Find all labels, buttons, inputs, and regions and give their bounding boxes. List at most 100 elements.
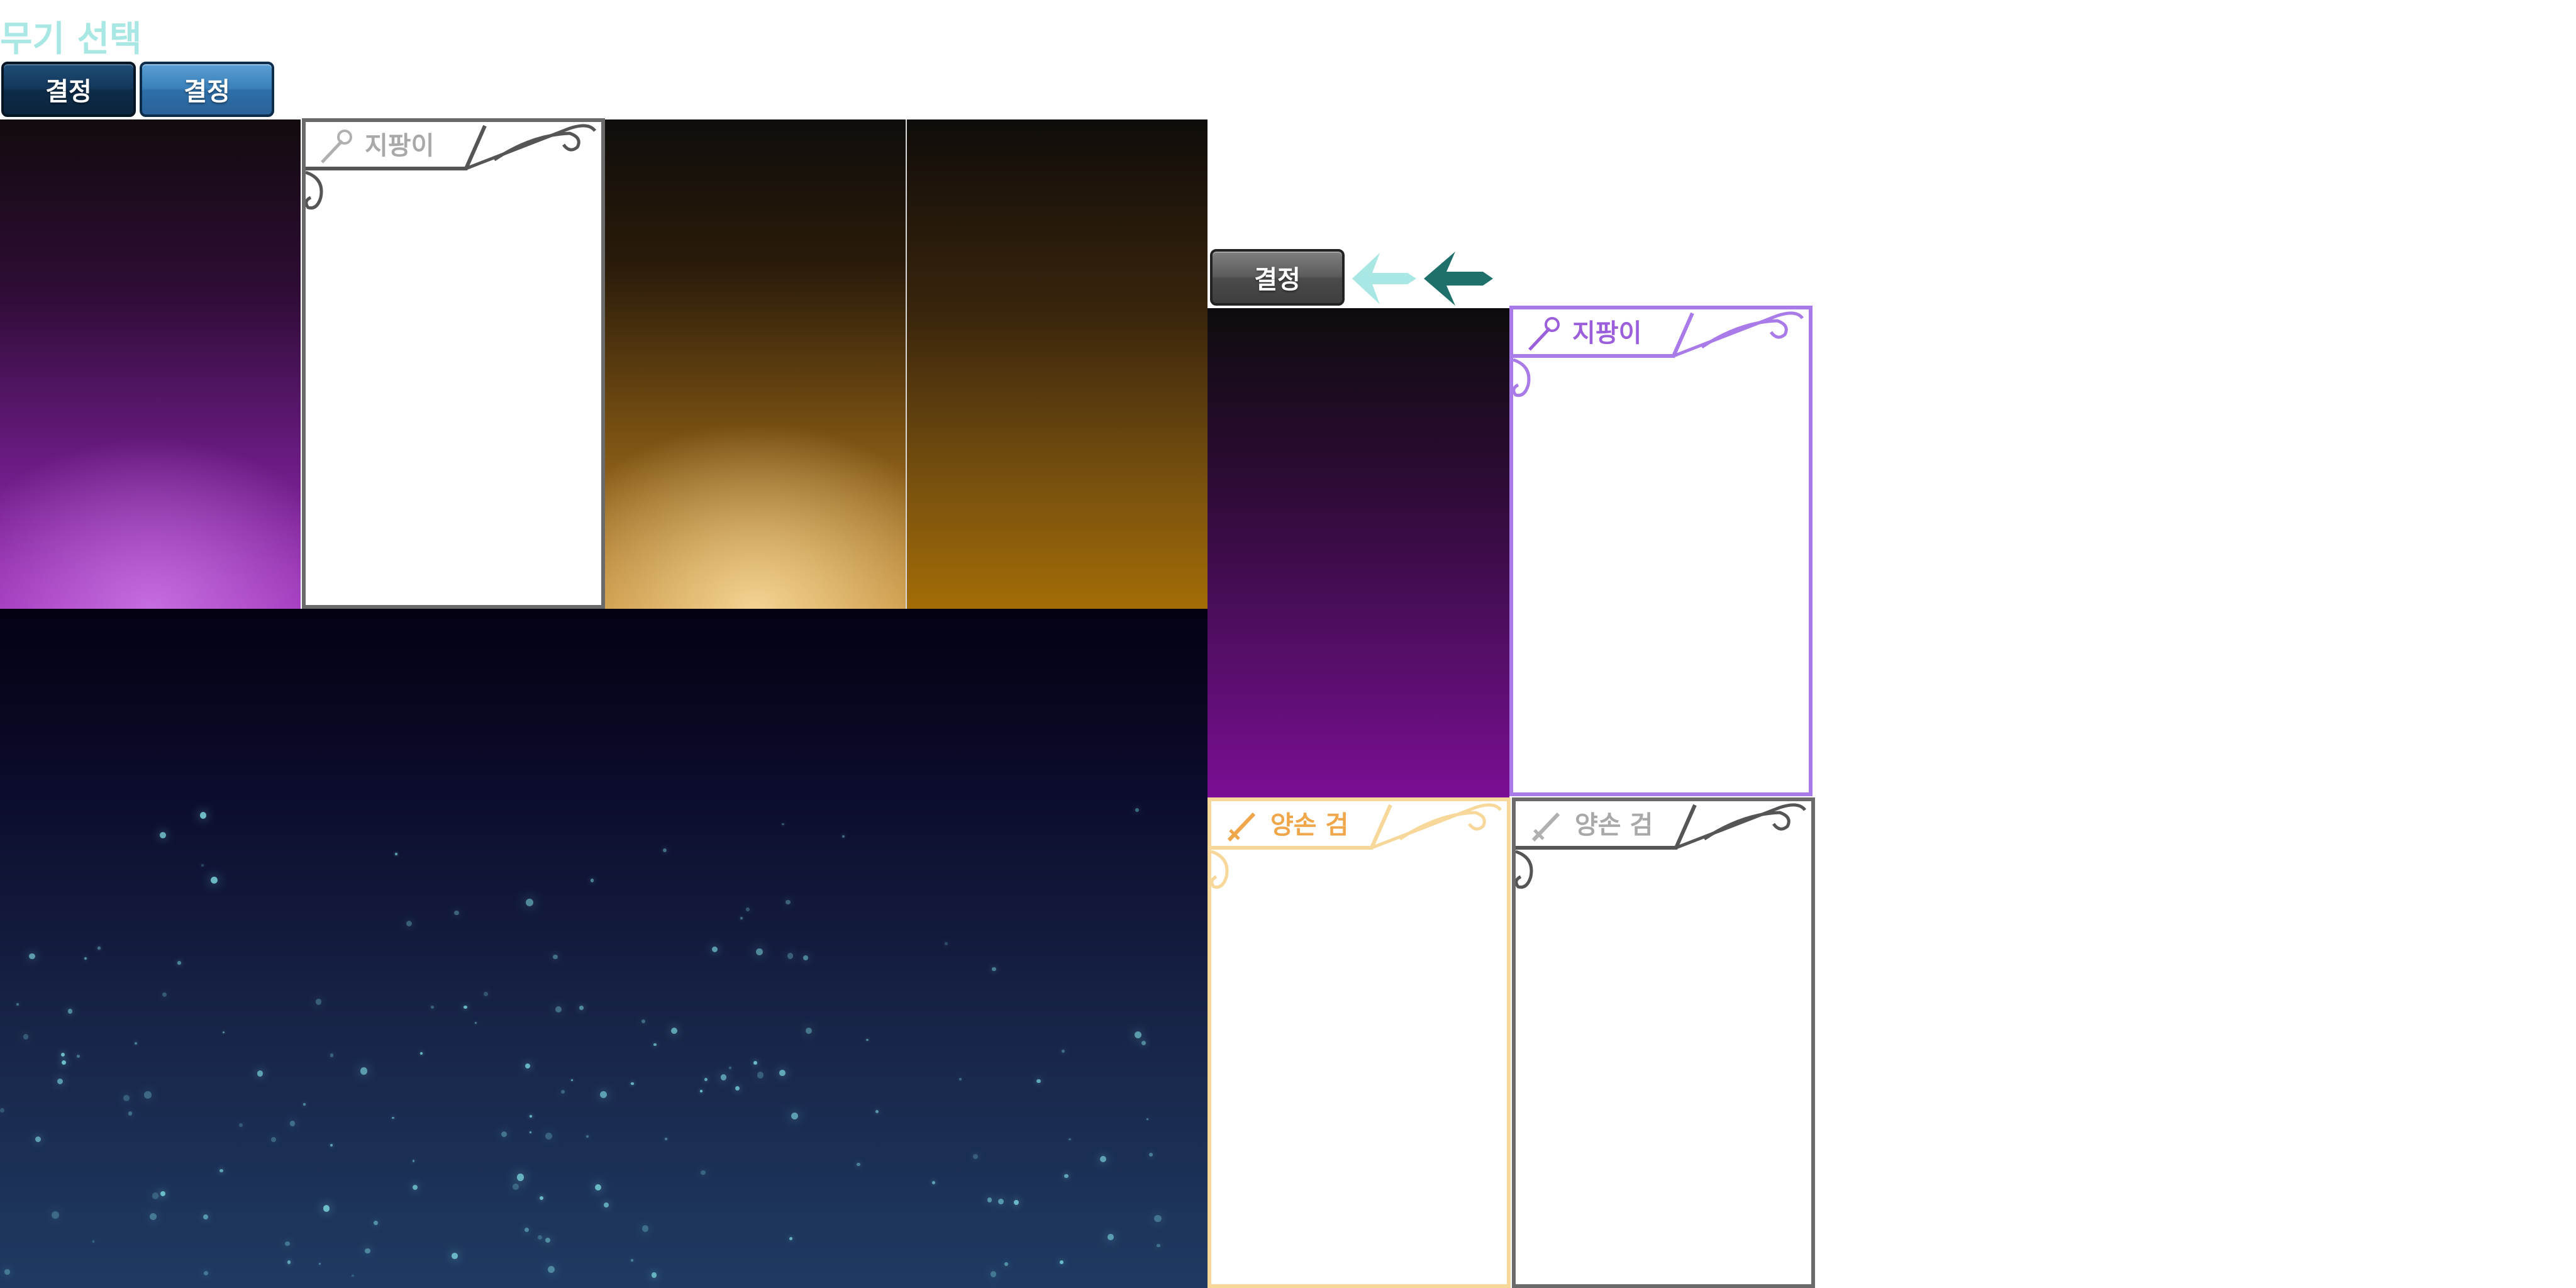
star	[745, 907, 750, 912]
star	[670, 1027, 678, 1034]
star	[203, 1214, 209, 1219]
star	[97, 947, 101, 950]
sword-card-gray[interactable]: 양손 검	[1512, 797, 1815, 1288]
confirm-button-dark[interactable]: 결정	[1, 62, 136, 117]
star	[560, 1089, 565, 1094]
star	[162, 992, 167, 997]
star	[144, 1091, 152, 1099]
star	[1061, 1049, 1065, 1053]
card-label: 지팡이	[1572, 319, 1642, 348]
staff-card-purple[interactable]: 지팡이	[1509, 306, 1813, 796]
star	[501, 1131, 507, 1138]
star	[539, 1196, 543, 1200]
star	[631, 1258, 634, 1262]
star	[641, 1019, 646, 1024]
star	[524, 1227, 529, 1232]
star	[123, 1094, 130, 1101]
star	[866, 1038, 869, 1041]
star	[315, 999, 322, 1005]
star	[735, 1085, 740, 1091]
star	[484, 992, 488, 996]
star	[1068, 1138, 1071, 1141]
star	[257, 1070, 263, 1077]
star	[973, 1154, 979, 1160]
staff-icon	[321, 130, 352, 164]
star	[464, 1005, 468, 1009]
star	[665, 1137, 668, 1140]
star	[586, 1135, 589, 1138]
confirm-button-gray[interactable]: 결정	[1210, 249, 1345, 306]
star	[475, 1021, 477, 1024]
star	[958, 1078, 962, 1081]
star	[219, 1169, 223, 1173]
star	[1154, 1215, 1162, 1223]
star	[802, 955, 808, 961]
star	[149, 1213, 157, 1221]
star	[516, 1173, 525, 1181]
star	[641, 1224, 649, 1232]
star	[1157, 1244, 1160, 1248]
star	[1141, 1041, 1146, 1046]
star	[454, 910, 459, 916]
card-label: 양손 검	[1575, 811, 1653, 840]
star	[651, 1272, 657, 1279]
star	[323, 1204, 330, 1212]
star	[757, 1072, 764, 1079]
star	[600, 1091, 608, 1098]
star	[29, 953, 35, 960]
confirm-button-light[interactable]: 결정	[140, 62, 274, 117]
star	[62, 1060, 67, 1065]
star	[547, 1265, 555, 1273]
star	[1108, 1234, 1114, 1241]
star	[52, 1211, 59, 1219]
star	[997, 1199, 1004, 1205]
star	[579, 1006, 584, 1010]
star	[787, 953, 793, 959]
star	[653, 1043, 657, 1046]
star	[1099, 1156, 1106, 1163]
star	[571, 1079, 574, 1082]
star	[545, 1132, 552, 1140]
star	[352, 1275, 354, 1277]
staff-icon	[1528, 317, 1560, 351]
star	[84, 957, 87, 960]
star	[805, 1027, 812, 1035]
arrow-left-icon[interactable]	[1347, 249, 1420, 308]
star	[932, 1180, 935, 1184]
star	[553, 954, 558, 960]
sword-icon	[1227, 812, 1256, 842]
star	[755, 948, 763, 956]
star	[430, 1006, 434, 1009]
star	[360, 1067, 367, 1075]
arrow-left-icon[interactable]	[1420, 249, 1496, 308]
star	[152, 1192, 159, 1200]
star	[791, 1112, 798, 1119]
star	[987, 1197, 992, 1202]
star	[1149, 1152, 1153, 1157]
purple-glow-background	[0, 119, 301, 609]
star	[1004, 1262, 1009, 1267]
star	[318, 1262, 321, 1265]
star	[740, 917, 743, 920]
star	[67, 1009, 73, 1014]
star	[4, 1269, 10, 1275]
sword-card-gold[interactable]: 양손 검	[1208, 797, 1511, 1288]
star	[603, 1202, 609, 1208]
star	[23, 1034, 29, 1040]
star	[992, 967, 996, 972]
star	[753, 1060, 757, 1065]
card-label: 지팡이	[365, 131, 435, 160]
staff-card-gray[interactable]: 지팡이	[302, 118, 605, 609]
star	[590, 879, 594, 882]
star	[16, 1003, 19, 1006]
star	[330, 1144, 333, 1147]
star	[406, 921, 413, 927]
star	[699, 1090, 702, 1092]
star	[57, 1078, 63, 1084]
star	[779, 1069, 786, 1076]
gold-glow-background	[605, 119, 906, 609]
star	[1135, 808, 1139, 813]
star	[1013, 1200, 1019, 1206]
star	[841, 835, 845, 838]
star	[365, 1248, 370, 1254]
